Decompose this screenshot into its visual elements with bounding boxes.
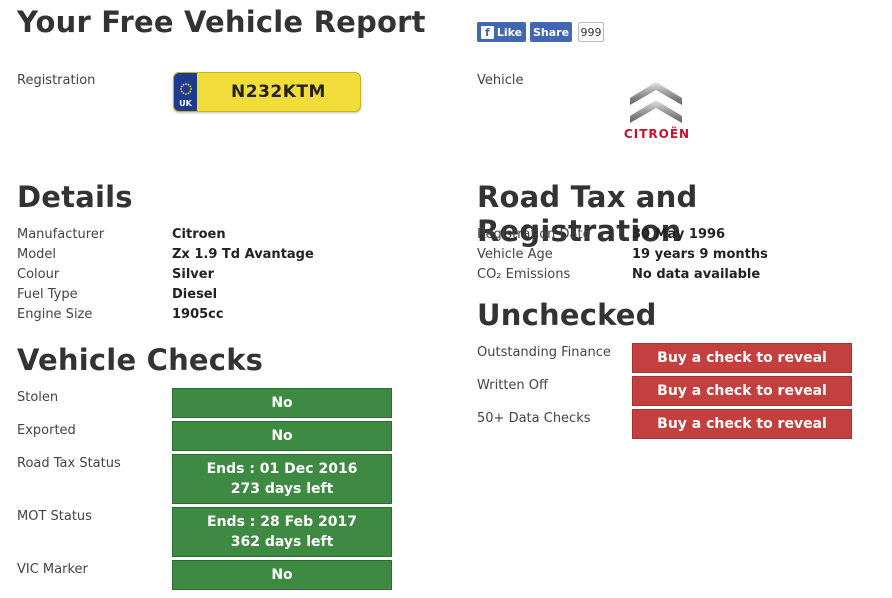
citroen-logo-text: CITROËN xyxy=(623,127,691,141)
vehicle-checks-heading: Vehicle Checks xyxy=(17,343,264,377)
facebook-like-button[interactable]: f Like xyxy=(477,22,526,42)
check-status-badge: Ends : 28 Feb 2017 362 days left xyxy=(172,507,392,557)
check-status-line1: No xyxy=(271,567,293,583)
share-count: 999 xyxy=(578,22,604,42)
buy-check-button[interactable]: Buy a check to reveal xyxy=(632,376,852,406)
detail-label: Model xyxy=(17,247,57,262)
road-tax-value: 30 May 1996 xyxy=(632,227,726,242)
check-status-line2: 273 days left xyxy=(230,481,334,497)
detail-value: 1905cc xyxy=(172,307,224,322)
detail-value: Zx 1.9 Td Avantage xyxy=(172,247,314,262)
detail-label: Colour xyxy=(17,267,60,282)
check-status-badge: No xyxy=(172,388,392,418)
plate-country: UK xyxy=(179,99,192,108)
eu-stars-icon xyxy=(179,83,192,95)
details-heading: Details xyxy=(17,180,133,214)
check-label: Road Tax Status xyxy=(17,456,121,471)
buy-check-button[interactable]: Buy a check to reveal xyxy=(632,343,852,373)
like-label: Like xyxy=(496,25,523,39)
check-label: Exported xyxy=(17,423,76,438)
eu-flag-icon: UK xyxy=(174,73,197,111)
unchecked-label: 50+ Data Checks xyxy=(477,411,591,426)
road-tax-label: Vehicle Age xyxy=(477,247,553,262)
unchecked-heading: Unchecked xyxy=(477,298,657,332)
check-label: VIC Marker xyxy=(17,562,88,577)
unchecked-label: Written Off xyxy=(477,378,548,393)
number-plate: UK N232KTM xyxy=(173,72,361,112)
detail-label: Engine Size xyxy=(17,307,93,322)
plate-number: N232KTM xyxy=(231,82,326,102)
share-label: Share xyxy=(532,25,570,39)
facebook-share-button[interactable]: Share xyxy=(530,22,572,42)
check-status-line2: 362 days left xyxy=(230,534,334,550)
page-title: Your Free Vehicle Report xyxy=(17,5,426,39)
unchecked-label: Outstanding Finance xyxy=(477,345,611,360)
detail-label: Fuel Type xyxy=(17,287,78,302)
check-label: Stolen xyxy=(17,390,59,405)
check-status-badge: Ends : 01 Dec 2016 273 days left xyxy=(172,454,392,504)
detail-value: Silver xyxy=(172,267,214,282)
registration-label: Registration xyxy=(17,73,96,88)
road-tax-label: Registration Date xyxy=(477,227,591,242)
road-tax-label: CO₂ Emissions xyxy=(477,267,571,282)
vehicle-label: Vehicle xyxy=(477,73,524,88)
check-label: MOT Status xyxy=(17,509,92,524)
road-tax-value: No data available xyxy=(632,267,761,282)
detail-value: Diesel xyxy=(172,287,218,302)
check-status-badge: No xyxy=(172,560,392,590)
facebook-icon: f xyxy=(480,25,494,39)
citroen-chevrons-icon xyxy=(630,82,682,123)
check-status-badge: No xyxy=(172,421,392,451)
road-tax-value: 19 years 9 months xyxy=(632,247,768,262)
check-status-line1: Ends : 28 Feb 2017 xyxy=(207,514,357,530)
check-status-line1: No xyxy=(271,395,293,411)
detail-value: Citroen xyxy=(172,227,226,242)
check-status-line1: Ends : 01 Dec 2016 xyxy=(206,461,358,477)
check-status-line1: No xyxy=(271,428,293,444)
buy-check-button[interactable]: Buy a check to reveal xyxy=(632,409,852,439)
detail-label: Manufacturer xyxy=(17,227,105,242)
citroen-logo: CITROËN xyxy=(612,78,702,144)
